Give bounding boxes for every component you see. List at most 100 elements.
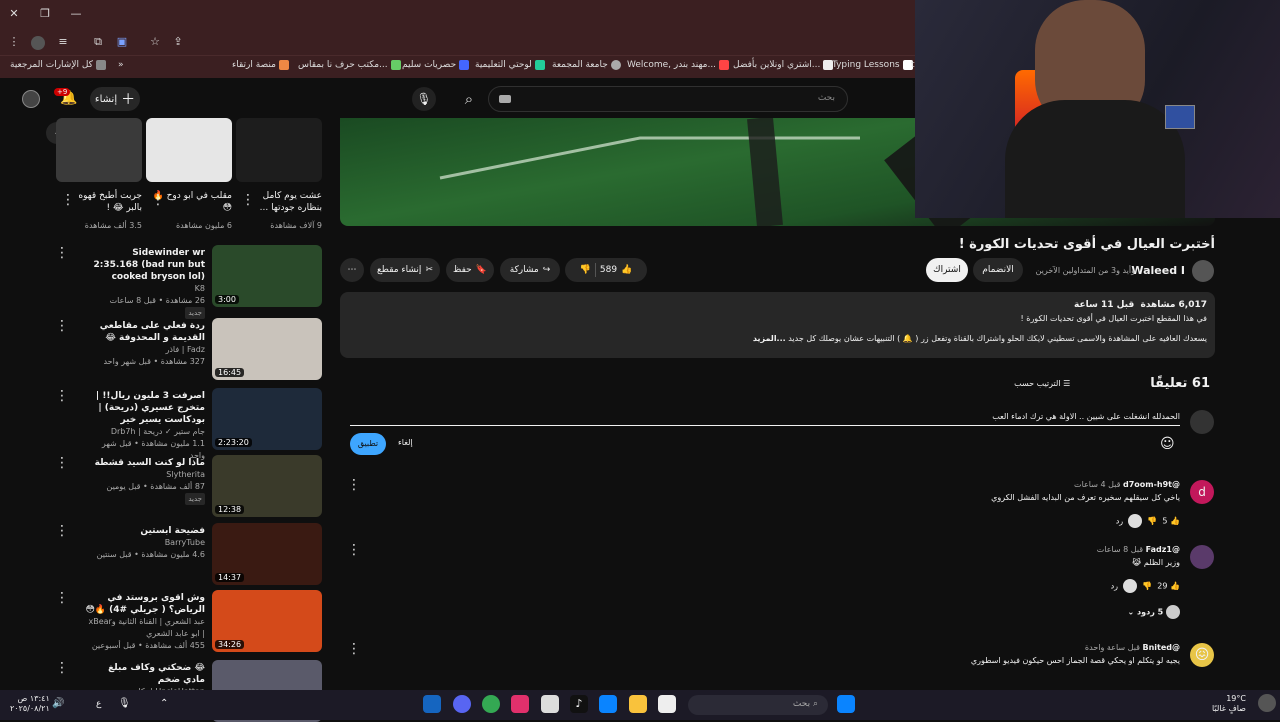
video-menu-icon[interactable]: ⋮ bbox=[55, 455, 69, 471]
profile-icon[interactable] bbox=[31, 36, 45, 50]
related-video[interactable]: ماذا لو كنت السيد قشطة Slytherita 87 ألف م… bbox=[85, 457, 205, 505]
notion-icon[interactable] bbox=[541, 695, 559, 713]
bookmark-all[interactable]: كل الإشارات المرجعية bbox=[10, 60, 106, 70]
store-icon[interactable] bbox=[599, 695, 617, 713]
video-title[interactable]: اصرفت 3 مليون ريال!! | متخرج عسيري (دريح… bbox=[85, 390, 205, 426]
video-thumbnail[interactable]: 12:38 bbox=[212, 455, 322, 517]
keyboard-icon[interactable] bbox=[499, 95, 511, 103]
comment-author[interactable]: @d7oom-h9t bbox=[1123, 480, 1180, 489]
task-view-icon[interactable] bbox=[658, 695, 676, 713]
dislike-icon[interactable]: 👎 bbox=[1142, 582, 1152, 591]
more-actions-icon[interactable]: ⋯ bbox=[340, 258, 364, 282]
taskbar-search[interactable]: ⌕ بحث bbox=[688, 695, 828, 715]
emoji-icon[interactable]: ☺ bbox=[1160, 436, 1175, 452]
video-thumbnail[interactable]: 16:45 bbox=[212, 318, 322, 380]
like-icon[interactable]: 👍 bbox=[1170, 582, 1180, 591]
language-indicator[interactable]: ع bbox=[96, 699, 101, 709]
short-title[interactable]: جربت أطبخ قهوه بالبر 😂 ! bbox=[72, 190, 142, 214]
clip-button[interactable]: إنشاء مقطع ✂ bbox=[370, 258, 440, 282]
short-thumbnail[interactable] bbox=[236, 118, 322, 182]
bookmark-welcome[interactable]: Welcome, مهند بندر... bbox=[627, 60, 730, 70]
video-channel[interactable]: Slytherita bbox=[85, 469, 205, 481]
like-icon[interactable]: 👍 bbox=[621, 265, 632, 275]
sort-button[interactable]: ☰ الترتيب حسب bbox=[1014, 379, 1070, 388]
video-menu-icon[interactable]: ⋮ bbox=[55, 590, 69, 606]
dislike-icon[interactable]: 👎 bbox=[580, 265, 591, 275]
short-thumbnail[interactable] bbox=[56, 118, 142, 182]
file-explorer-icon[interactable] bbox=[629, 695, 647, 713]
minimize-icon[interactable]: — bbox=[68, 6, 84, 22]
video-menu-icon[interactable]: ⋮ bbox=[55, 318, 69, 334]
video-channel[interactable]: جام ستير ✓ دريحة | Drb7h bbox=[85, 426, 205, 438]
replies-toggle[interactable]: 5 ردود ⌄ bbox=[1097, 605, 1180, 619]
related-video[interactable]: وش اقوى بروستد في الرياض؟ ( جريلي #4) 🔥😳… bbox=[85, 592, 205, 652]
join-button[interactable]: الانضمام bbox=[973, 258, 1023, 282]
instagram-icon[interactable] bbox=[511, 695, 529, 713]
short-thumbnail[interactable] bbox=[146, 118, 232, 182]
bookmark-star-icon[interactable]: ☆ bbox=[147, 34, 163, 50]
more-link[interactable]: ...المزيد bbox=[753, 334, 786, 343]
voice-search-icon[interactable]: 🎙 bbox=[412, 87, 436, 111]
video-title[interactable]: 😂 ضحكني وكاف مبلغ مادي ضخم bbox=[85, 662, 205, 686]
comment-input[interactable]: الحمدلله انشغلت على شيين .. الاولة هي تر… bbox=[350, 408, 1180, 426]
save-button[interactable]: حفظ 🔖 bbox=[446, 258, 494, 282]
app-icon[interactable] bbox=[423, 695, 441, 713]
bookmark-dashboard[interactable]: لوحتي التعليمية bbox=[475, 60, 545, 70]
related-video[interactable]: Sidewinder wr 2:35.168 (bad run but cook… bbox=[85, 247, 205, 319]
bookmark-shop[interactable]: اشتري اونلاين بأفضل... bbox=[733, 60, 834, 70]
bookmark-majmaah[interactable]: جامعة المجمعة bbox=[552, 60, 621, 70]
menu-icon[interactable]: ⋮ bbox=[6, 34, 22, 50]
extension-icon[interactable]: ▣ bbox=[114, 34, 130, 50]
comment-avatar[interactable]: d bbox=[1190, 480, 1214, 504]
video-channel[interactable]: K8 bbox=[85, 283, 205, 295]
description-box[interactable]: 6,017 مشاهدة قبل 11 ساعة في هذا المقطع ا… bbox=[340, 292, 1215, 358]
mic-icon[interactable]: 🎙 bbox=[118, 698, 131, 709]
discord-icon[interactable] bbox=[453, 695, 471, 713]
video-channel[interactable]: عبد الشعري | القناة الثانية وxBear | ابو… bbox=[85, 616, 205, 640]
clock[interactable]: ١٣:٤١ ص ٢٠٢٥/٠٨/٢١ bbox=[10, 694, 50, 714]
create-button[interactable]: إنشاء ＋ bbox=[90, 87, 140, 111]
comment-avatar[interactable]: 😖 bbox=[1190, 643, 1214, 667]
video-thumbnail[interactable]: 3:00 bbox=[212, 245, 322, 307]
comment-menu-icon[interactable]: ⋮ bbox=[347, 542, 361, 558]
short-menu-icon[interactable]: ⋮ bbox=[241, 192, 255, 208]
video-menu-icon[interactable]: ⋮ bbox=[55, 245, 69, 261]
video-menu-icon[interactable]: ⋮ bbox=[55, 660, 69, 676]
avatar[interactable] bbox=[22, 90, 40, 108]
reply-button[interactable]: رد bbox=[1111, 582, 1118, 591]
channel-name[interactable]: Waleed I bbox=[1131, 264, 1185, 277]
dislike-icon[interactable]: 👎 bbox=[1147, 517, 1157, 526]
apply-button[interactable]: تطبيق bbox=[350, 433, 386, 455]
video-thumbnail[interactable]: 34:26 bbox=[212, 590, 322, 652]
search-button[interactable]: ⌕ bbox=[452, 86, 486, 112]
video-title[interactable]: فضيحة ابستين bbox=[85, 525, 205, 537]
subscribe-button[interactable]: اشتراك bbox=[926, 258, 968, 282]
tab-search-icon[interactable]: ≡ bbox=[55, 34, 71, 50]
weather-widget[interactable]: 19°C صافٍ غالبًا bbox=[1212, 694, 1246, 714]
chevron-up-icon[interactable]: ⌃ bbox=[160, 698, 168, 709]
volume-icon[interactable]: 🔊 bbox=[52, 698, 64, 709]
install-app-icon[interactable]: ⇪ bbox=[170, 34, 186, 50]
tiktok-icon[interactable]: ♪ bbox=[570, 695, 588, 713]
extensions-icon[interactable]: ⧉ bbox=[90, 34, 106, 50]
video-title[interactable]: Sidewinder wr 2:35.168 (bad run but cook… bbox=[85, 247, 205, 283]
bookmarks-overflow-icon[interactable]: » bbox=[118, 60, 124, 70]
bookmark-salim[interactable]: حصريات سليم bbox=[402, 60, 470, 70]
related-video[interactable]: فضيحة ابستين BarryTube 4.6 مليون مشاهدة • … bbox=[85, 525, 205, 561]
video-thumbnail[interactable]: 2:23:20 bbox=[212, 388, 322, 450]
bookmark-irtiqa[interactable]: منصة ارتقاء bbox=[232, 60, 289, 70]
reply-button[interactable]: رد bbox=[1116, 517, 1123, 526]
chrome-icon[interactable] bbox=[482, 695, 500, 713]
short-menu-icon[interactable]: ⋮ bbox=[151, 192, 165, 208]
close-window-icon[interactable]: ✕ bbox=[6, 6, 22, 22]
cancel-button[interactable]: إلغاء bbox=[398, 438, 413, 447]
search-input[interactable]: بحث bbox=[488, 86, 848, 112]
maximize-icon[interactable]: ❐ bbox=[37, 6, 53, 22]
comment-avatar[interactable] bbox=[1190, 545, 1214, 569]
short-menu-icon[interactable]: ⋮ bbox=[61, 192, 75, 208]
video-menu-icon[interactable]: ⋮ bbox=[55, 523, 69, 539]
comment-author[interactable]: @Bnited bbox=[1142, 643, 1180, 652]
video-thumbnail[interactable]: 14:37 bbox=[212, 523, 322, 585]
bookmark-typing[interactable]: Typing Lessons bbox=[832, 60, 913, 70]
like-icon[interactable]: 👍 bbox=[1170, 517, 1180, 526]
